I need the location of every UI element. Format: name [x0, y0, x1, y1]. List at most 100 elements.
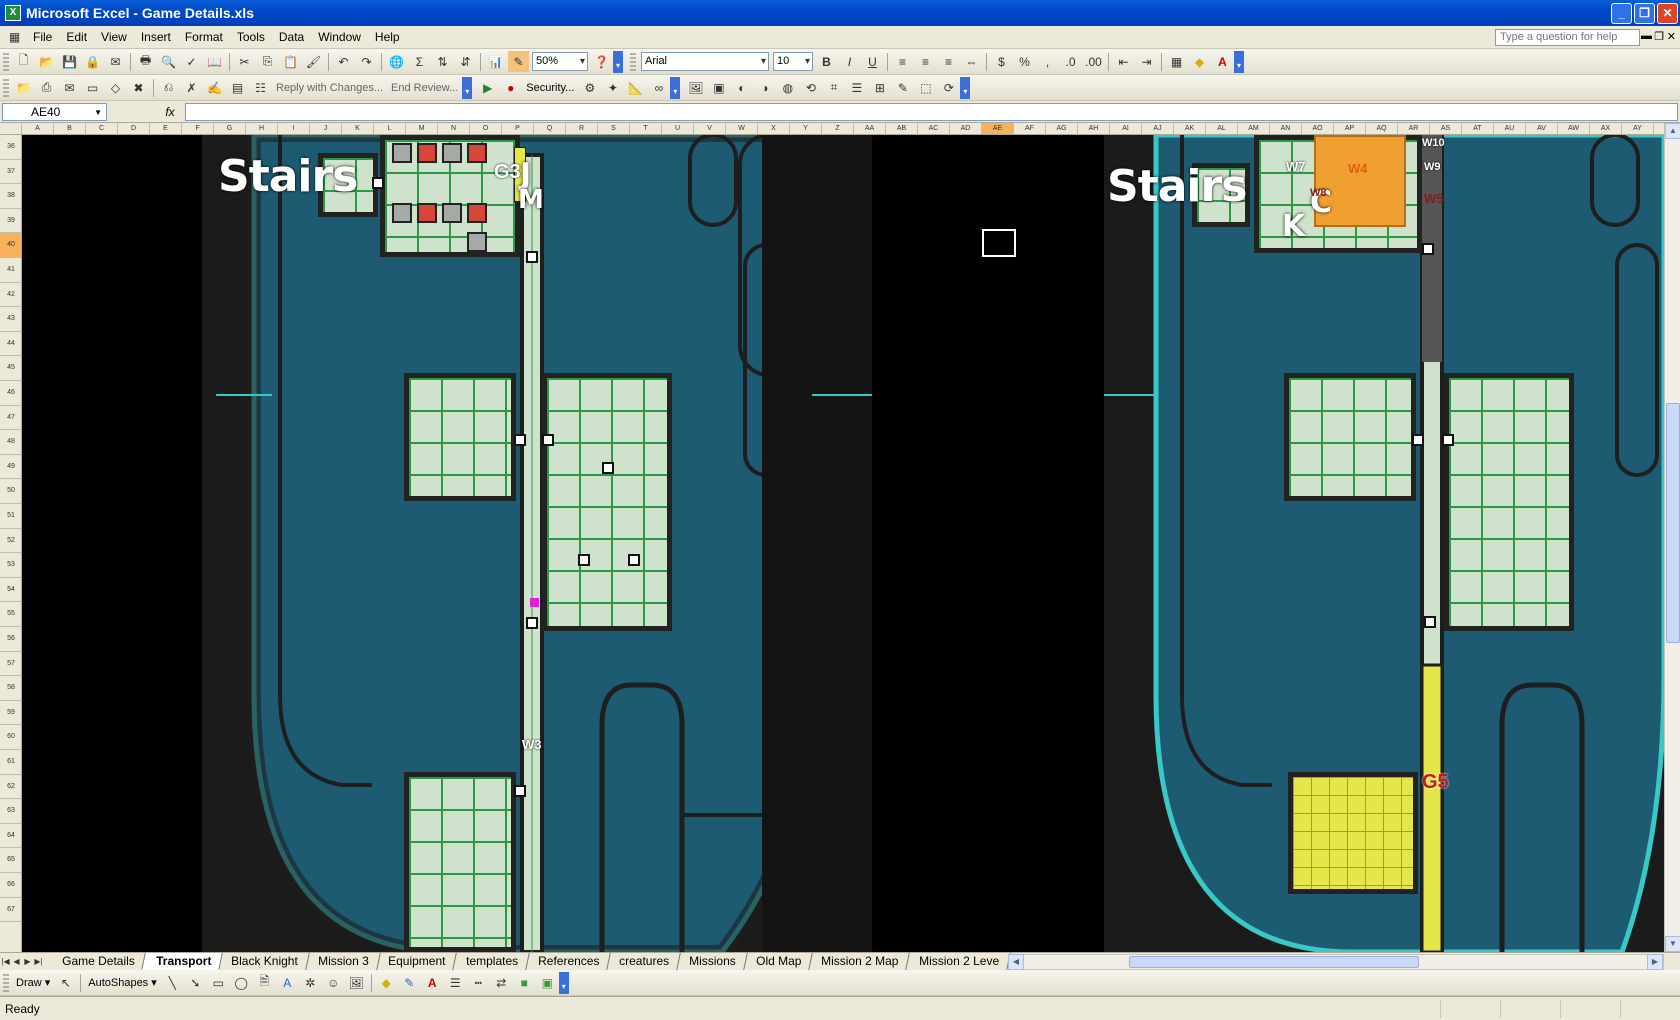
track-changes-icon[interactable]: ⎌ [158, 77, 179, 98]
toolbar-grip-3[interactable] [3, 973, 9, 992]
sheet-tab[interactable]: Transport [140, 953, 223, 970]
italic-button[interactable]: I [839, 51, 860, 72]
column-header[interactable]: J [310, 123, 342, 134]
workbook-restore-icon[interactable]: ❐ [1654, 30, 1664, 43]
new-icon[interactable]: 🗋 [13, 51, 34, 72]
folder-icon[interactable]: 📁 [13, 77, 34, 98]
brightness-icon[interactable]: ◑ [754, 77, 775, 98]
permission-icon[interactable]: 🔒 [82, 51, 103, 72]
insert-function-icon[interactable]: fx [155, 105, 185, 119]
row-header[interactable]: 58 [0, 676, 21, 701]
decrease-indent-icon[interactable]: ⇤ [1113, 51, 1134, 72]
column-header[interactable]: Q [534, 123, 566, 134]
row-header[interactable]: 63 [0, 799, 21, 824]
help-icon[interactable]: ❓ [591, 51, 612, 72]
sheet-tab[interactable]: Game Details [48, 953, 147, 970]
column-header[interactable]: AA [854, 123, 886, 134]
sheet-tab[interactable]: Mission 2 Map [807, 953, 911, 970]
row-header[interactable]: 49 [0, 455, 21, 480]
row-header[interactable]: 42 [0, 283, 21, 308]
column-header[interactable]: V [694, 123, 726, 134]
column-header[interactable]: A [22, 123, 54, 134]
sheet-tab[interactable]: Black Knight [217, 953, 310, 970]
row-header[interactable]: 47 [0, 406, 21, 431]
select-all-button[interactable] [0, 123, 22, 134]
column-header[interactable]: AE [982, 123, 1014, 134]
sheet-tab[interactable]: creatures [605, 953, 682, 970]
comma-style-icon[interactable]: , [1037, 51, 1058, 72]
column-header[interactable]: Z [822, 123, 854, 134]
insert-picture-icon[interactable]: 🖼 [346, 972, 367, 993]
email-icon[interactable]: ✉ [105, 51, 126, 72]
delete-comment-icon[interactable]: ✖ [128, 77, 149, 98]
vertical-scroll-thumb[interactable] [1666, 403, 1680, 643]
row-header[interactable]: 67 [0, 898, 21, 923]
row-header[interactable]: 62 [0, 775, 21, 800]
column-header[interactable]: AD [950, 123, 982, 134]
reply-with-changes-button[interactable]: Reply with Changes... [276, 82, 383, 94]
column-header[interactable]: G [214, 123, 246, 134]
scroll-left-icon[interactable]: ◀ [1008, 954, 1024, 970]
toolbar-options-icon-6[interactable]: ▾ [558, 971, 569, 994]
column-header[interactable]: AX [1590, 123, 1622, 134]
scroll-down-icon[interactable]: ▼ [1665, 936, 1680, 952]
column-header[interactable]: AQ [1366, 123, 1398, 134]
column-header[interactable]: T [630, 123, 662, 134]
row-header[interactable]: 43 [0, 307, 21, 332]
column-header[interactable]: AY [1622, 123, 1654, 134]
toolbar-grip-2[interactable] [3, 78, 9, 97]
font-size-select[interactable]: 10 [773, 52, 813, 71]
worksheet-grid[interactable]: Stairs J M G3 W3 Stairs C K W7 W4 W5 W8 … [22, 135, 1664, 952]
crop-icon[interactable]: ▣ [708, 77, 729, 98]
chart-wizard-icon[interactable]: 📊 [485, 51, 506, 72]
row-header[interactable]: 41 [0, 258, 21, 283]
font-color-icon[interactable]: A [1212, 51, 1233, 72]
excel-app-icon[interactable]: X [5, 5, 21, 21]
arrow-style-icon[interactable]: ⇄ [491, 972, 512, 993]
column-header[interactable]: Y [790, 123, 822, 134]
row-header[interactable]: 40 [0, 233, 21, 258]
last-sheet-icon[interactable]: ▶| [33, 957, 44, 966]
scroll-right-icon[interactable]: ▶ [1647, 954, 1663, 970]
column-header[interactable]: U [662, 123, 694, 134]
percent-icon[interactable]: % [1014, 51, 1035, 72]
control-toolbox-icon[interactable]: ✦ [602, 77, 623, 98]
discuss-icon[interactable]: ☷ [250, 77, 271, 98]
horizontal-scrollbar[interactable]: ◀ ▶ [1008, 954, 1664, 970]
color-icon[interactable]: ◍ [777, 77, 798, 98]
merge-center-icon[interactable]: ⇔ [961, 51, 982, 72]
sheet-tab[interactable]: Equipment [374, 953, 458, 970]
workbook-icon[interactable]: ▦ [4, 27, 25, 48]
toolbar-options-icon-2[interactable]: ▾ [1234, 50, 1244, 73]
row-header[interactable]: 39 [0, 209, 21, 234]
sheet-tab[interactable]: Missions [675, 953, 748, 970]
format-painter-icon[interactable]: 🖌 [303, 51, 324, 72]
column-header[interactable]: R [566, 123, 598, 134]
fill-color-icon[interactable]: ◆ [1189, 51, 1210, 72]
rectangle-icon[interactable]: ▭ [208, 972, 229, 993]
currency-icon[interactable]: $ [991, 51, 1012, 72]
row-header[interactable]: 48 [0, 430, 21, 455]
column-header[interactable]: H [246, 123, 278, 134]
line-icon[interactable]: ╲ [162, 972, 183, 993]
sort-ascending-icon[interactable]: ⇅ [432, 51, 453, 72]
save-icon[interactable]: 💾 [59, 51, 80, 72]
column-header[interactable]: D [118, 123, 150, 134]
arrow-icon[interactable]: ➘ [185, 972, 206, 993]
picture-icon[interactable]: 🖼 [685, 77, 706, 98]
fill-color-icon-draw[interactable]: ◆ [376, 972, 397, 993]
column-header[interactable]: AT [1462, 123, 1494, 134]
row-header[interactable]: 38 [0, 184, 21, 209]
row-header[interactable]: 61 [0, 750, 21, 775]
column-header[interactable]: W [726, 123, 758, 134]
next-sheet-icon[interactable]: ▶ [22, 957, 33, 966]
workbook-close-icon[interactable]: ✕ [1667, 30, 1676, 43]
save-all-icon[interactable]: ⎙ [36, 77, 57, 98]
research-icon[interactable]: 📖 [204, 51, 225, 72]
toolbar-options-icon-5[interactable]: ▾ [960, 76, 971, 99]
column-header[interactable]: K [342, 123, 374, 134]
run-macro-icon[interactable]: ▶ [477, 77, 498, 98]
column-header[interactable]: AP [1334, 123, 1366, 134]
paste-icon[interactable]: 📋 [280, 51, 301, 72]
column-header[interactable]: AU [1494, 123, 1526, 134]
